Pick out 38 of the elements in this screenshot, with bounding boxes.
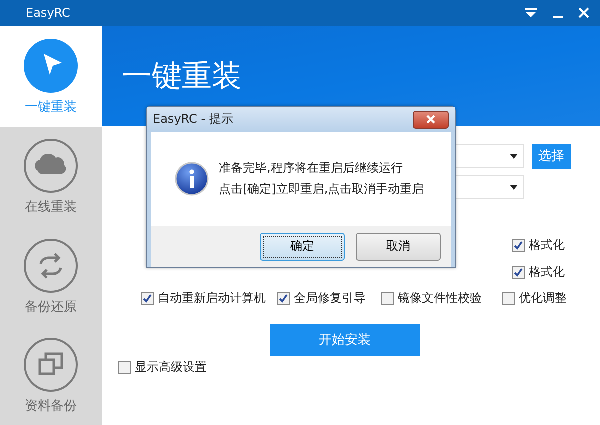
window-title: EasyRC [26,6,70,20]
sidebar-item[interactable]: 备份还原 [0,226,102,326]
close-button[interactable] [413,110,449,128]
caret-icon [510,185,518,190]
menu-icon[interactable] [524,7,538,19]
select-button[interactable]: 选择 [532,144,571,168]
checkbox-label: 格式化 [529,237,565,254]
sidebar-item[interactable]: 一键重装 [0,26,102,128]
checkbox[interactable] [512,239,525,252]
checkbox[interactable] [381,292,394,304]
checkbox-label: 优化调整 [519,290,567,306]
checkbox[interactable] [118,361,131,374]
info-icon [175,162,209,196]
sidebar-item[interactable]: 在线重装 [0,127,102,226]
sidebar-item[interactable]: 资料备份 [0,326,102,425]
checkbox-label: 全局修复引导 [294,290,366,306]
dialog-title: EasyRC - 提示 [153,111,234,128]
start-install-button[interactable]: 开始安装 [270,324,420,356]
dialog-message: 点击[确定]立即重启,点击取消手动重启 [219,181,424,198]
checkbox-label: 格式化 [529,264,565,281]
checkbox[interactable] [512,266,525,279]
checkbox-label: 自动重新启动计算机 [158,290,266,306]
dialog-button[interactable]: 确定 [260,232,345,260]
checkbox-label: 显示高级设置 [135,359,207,376]
checkbox-label: 镜像文件性校验 [398,290,482,306]
checkbox[interactable] [277,292,290,304]
cloud-icon [22,137,80,196]
page-title: 一键重装 [122,58,242,96]
close-icon[interactable] [578,7,590,19]
dialog-message: 准备完毕,程序将在重启后继续运行 [219,160,404,177]
caret-icon [510,154,518,159]
close-icon [426,115,436,124]
cursor-icon [22,37,80,96]
checkbox[interactable] [502,292,515,304]
dialog-button[interactable]: 取消 [356,232,441,260]
refresh-icon [22,236,80,295]
checkbox[interactable] [141,292,154,304]
copy-icon [22,336,80,394]
